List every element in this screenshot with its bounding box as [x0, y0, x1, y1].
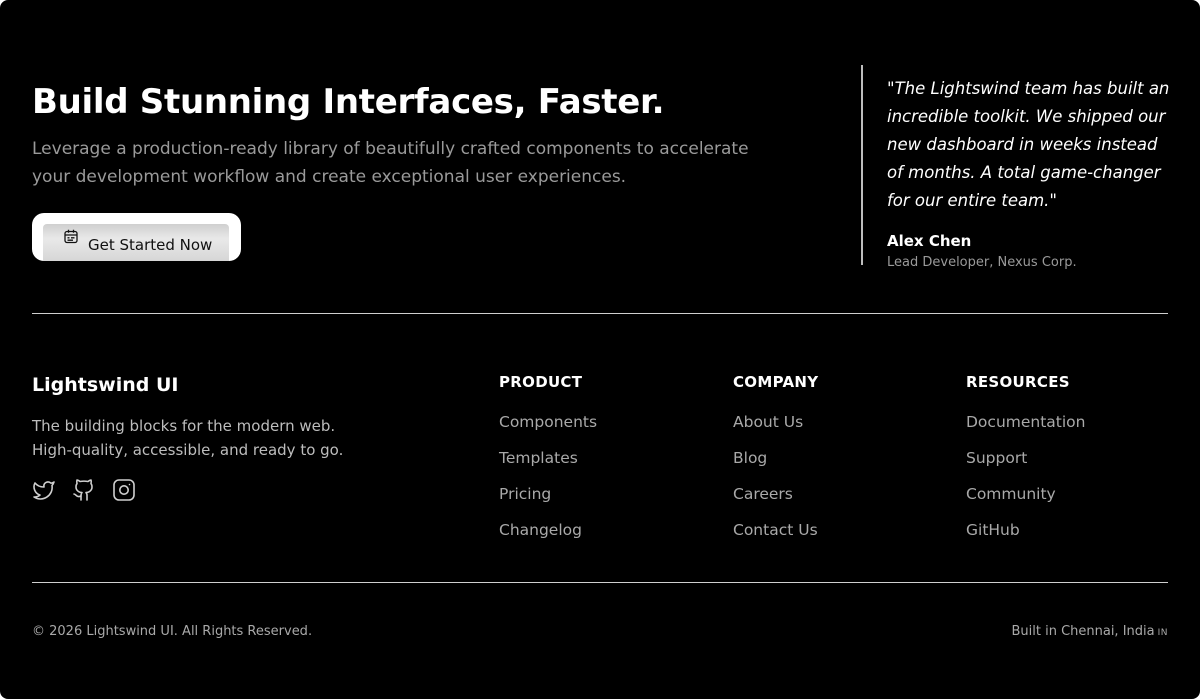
built-in-text: Built in Chennai, India	[1011, 624, 1155, 639]
footer-link-contact-us[interactable]: Contact Us	[733, 521, 818, 557]
footer-link-github[interactable]: GitHub	[966, 521, 1086, 557]
divider	[32, 582, 1168, 583]
instagram-icon[interactable]	[112, 478, 136, 502]
get-started-button[interactable]: Get Started Now	[32, 213, 241, 261]
column-title: PRODUCT	[499, 373, 583, 391]
brand-name: Lightswind UI	[32, 374, 179, 396]
testimonial-role: Lead Developer, Nexus Corp.	[887, 255, 1077, 270]
calendar-icon	[64, 229, 78, 244]
testimonial-quote: "The Lightswind team has built an incred…	[887, 79, 1170, 210]
hero-title: Build Stunning Interfaces, Faster.	[32, 82, 665, 122]
footer-column-company: COMPANY About Us Blog Careers Contact Us	[733, 373, 818, 557]
footer-link-changelog[interactable]: Changelog	[499, 521, 597, 557]
divider	[32, 313, 1168, 314]
copyright-text: © 2026 Lightswind UI. All Rights Reserve…	[32, 624, 313, 639]
column-title: COMPANY	[733, 373, 819, 391]
footer-link-support[interactable]: Support	[966, 449, 1086, 485]
footer-link-community[interactable]: Community	[966, 485, 1086, 521]
github-icon[interactable]	[72, 478, 96, 502]
india-flag-icon: IN	[1157, 628, 1168, 638]
footer-section: Build Stunning Interfaces, Faster. Lever…	[0, 0, 1200, 699]
twitter-icon[interactable]	[32, 478, 56, 502]
footer-link-templates[interactable]: Templates	[499, 449, 597, 485]
footer-link-about-us[interactable]: About Us	[733, 413, 818, 449]
footer-column-product: PRODUCT Components Templates Pricing Cha…	[499, 373, 597, 557]
column-title: RESOURCES	[966, 373, 1070, 391]
brand-tagline: The building blocks for the modern web. …	[32, 414, 362, 462]
footer-link-documentation[interactable]: Documentation	[966, 413, 1086, 449]
brand-tagline-line-1: The building blocks for the modern web.	[32, 417, 336, 435]
footer-link-careers[interactable]: Careers	[733, 485, 818, 521]
footer-column-resources: RESOURCES Documentation Support Communit…	[966, 373, 1086, 557]
hero-subtitle: Leverage a production-ready library of b…	[32, 139, 749, 187]
get-started-button-label: Get Started Now	[88, 236, 213, 254]
get-started-button-face[interactable]: Get Started Now	[43, 224, 229, 261]
footer-link-components[interactable]: Components	[499, 413, 597, 449]
testimonial-rule	[861, 65, 863, 265]
testimonial-author: Alex Chen	[887, 232, 972, 250]
brand-tagline-line-2: High-quality, accessible, and ready to g…	[32, 441, 344, 459]
footer-link-blog[interactable]: Blog	[733, 449, 818, 485]
built-in-location: Built in Chennai, India IN	[1011, 624, 1168, 639]
footer-link-pricing[interactable]: Pricing	[499, 485, 597, 521]
